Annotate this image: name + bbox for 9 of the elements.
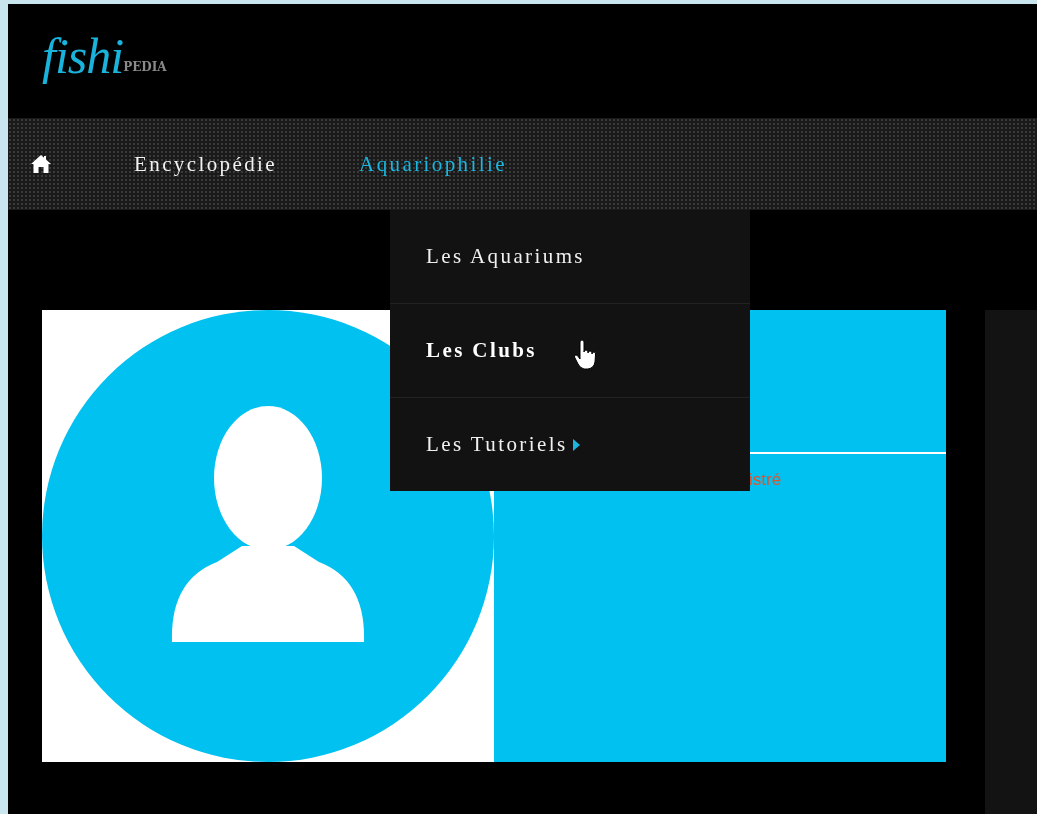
caret-icon — [573, 438, 581, 451]
menu-item[interactable]: Les Tutoriels — [390, 397, 750, 491]
home-icon[interactable] — [30, 154, 52, 174]
nav-link[interactable]: Encyclopédie — [134, 151, 278, 177]
hand-cursor-icon — [574, 340, 596, 370]
menu-item[interactable]: Les Clubs — [390, 303, 750, 397]
nav-link[interactable]: Aquariophilie — [359, 151, 507, 177]
status-text: istré — [749, 470, 782, 489]
menu-item[interactable]: Les Aquariums — [390, 210, 750, 303]
